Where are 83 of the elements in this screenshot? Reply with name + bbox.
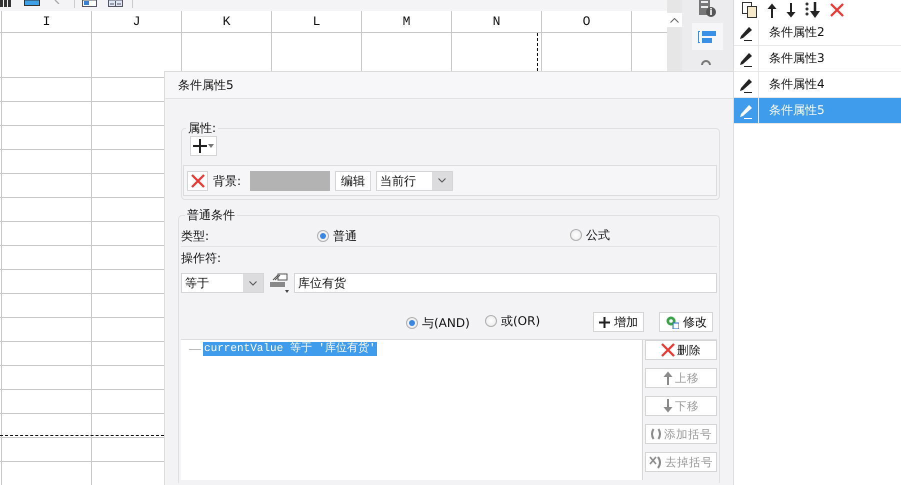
grid-icon[interactable] <box>0 0 13 7</box>
arrow-up-icon <box>663 371 673 385</box>
copy-icon[interactable] <box>742 2 758 18</box>
grid-cell[interactable] <box>2 390 92 414</box>
grid-cell[interactable] <box>2 342 92 366</box>
pencil-icon <box>739 24 753 40</box>
grid-cell[interactable] <box>2 102 92 126</box>
group-label: 属性: <box>187 121 218 135</box>
add-property-button[interactable] <box>190 136 217 156</box>
pencil-icon <box>739 102 753 118</box>
group-label: 普通条件 <box>186 208 236 222</box>
condition-name: 条件属性3 <box>768 50 825 67</box>
delete-icon <box>190 174 204 188</box>
grid-cell[interactable] <box>2 150 92 174</box>
grid-cell[interactable] <box>2 222 92 246</box>
remove-property-button[interactable] <box>187 170 208 190</box>
arrow-up-icon[interactable] <box>767 2 777 18</box>
bars-icon <box>698 30 718 42</box>
grid-cell[interactable] <box>2 246 92 270</box>
column-header[interactable]: J <box>92 11 182 33</box>
pen-icon[interactable] <box>54 0 60 4</box>
value-field[interactable]: 库位有货 <box>294 273 717 293</box>
condition-name: 条件属性5 <box>768 102 825 119</box>
condition-name: 条件属性2 <box>768 24 825 41</box>
grid-cell[interactable] <box>2 33 92 78</box>
add-button[interactable]: 增加 <box>593 312 644 332</box>
grid-cell[interactable] <box>2 270 92 294</box>
chevron-down-icon <box>249 280 257 286</box>
condition-name: 条件属性4 <box>768 76 825 93</box>
chevron-down-icon <box>438 178 446 183</box>
grid-cell[interactable] <box>2 174 92 198</box>
scroll-up-button[interactable] <box>667 13 682 27</box>
grid-cell[interactable] <box>2 294 92 318</box>
grid-cell[interactable] <box>2 438 92 462</box>
condition-attributes-tool[interactable] <box>692 23 723 50</box>
condition-list-item[interactable]: 条件属性3 <box>734 46 901 72</box>
column-header[interactable]: N <box>452 11 542 33</box>
column-header[interactable]: I <box>2 11 92 33</box>
column-header[interactable]: M <box>362 11 452 33</box>
plus-icon <box>599 316 610 328</box>
grid-cell[interactable] <box>2 78 92 102</box>
scope-dropdown[interactable]: 当前行 <box>376 170 454 190</box>
grid-cell[interactable] <box>2 366 92 390</box>
radio-option[interactable]: 或(OR) <box>485 312 540 330</box>
chevron-up-icon <box>670 18 679 22</box>
remove-brackets-icon <box>649 456 663 468</box>
brackets-icon <box>650 428 662 440</box>
monitor-icon[interactable] <box>24 0 40 6</box>
grid-cell[interactable] <box>2 126 92 150</box>
grid-cell[interactable] <box>2 318 92 342</box>
caret-icon <box>208 144 214 148</box>
dialog-title: 条件属性5 <box>165 72 733 99</box>
value-type-icon[interactable] <box>269 273 289 293</box>
radio-option[interactable]: 与(AND) <box>406 314 470 332</box>
arrow-down-icon[interactable] <box>786 2 796 18</box>
edit-button[interactable]: 编辑 <box>335 170 372 190</box>
pencil-icon <box>739 50 753 66</box>
action-button[interactable]: 删除 <box>645 340 717 360</box>
delete-icon <box>661 343 675 357</box>
grid-cell[interactable] <box>2 198 92 222</box>
pencil-icon <box>739 76 753 92</box>
gear-icon <box>665 315 679 329</box>
color-swatch[interactable] <box>250 170 330 190</box>
move-to-bottom-icon[interactable] <box>805 2 821 18</box>
layout-icon[interactable] <box>82 0 97 7</box>
split-table-icon[interactable] <box>108 0 123 7</box>
radio-option[interactable]: 公式 <box>570 226 610 244</box>
cell-info-icon[interactable] <box>699 0 716 18</box>
column-header[interactable]: L <box>272 11 362 33</box>
radio-option[interactable]: 普通 <box>317 227 357 245</box>
arrow-down-icon <box>663 399 673 413</box>
modify-button[interactable]: 修改 <box>659 312 713 332</box>
grid-cell[interactable] <box>2 414 92 438</box>
field-label: 操作符: <box>181 251 222 265</box>
column-header[interactable]: K <box>182 11 272 33</box>
operator-dropdown[interactable]: 等于 <box>181 273 264 293</box>
column-header[interactable]: O <box>542 11 632 33</box>
delete-icon[interactable] <box>830 3 844 17</box>
plus-icon <box>193 139 207 153</box>
condition-list-item[interactable]: 条件属性2 <box>734 20 901 46</box>
background-label: 背景: <box>213 172 242 190</box>
tree-line <box>189 348 201 350</box>
field-label: 类型: <box>181 228 210 244</box>
